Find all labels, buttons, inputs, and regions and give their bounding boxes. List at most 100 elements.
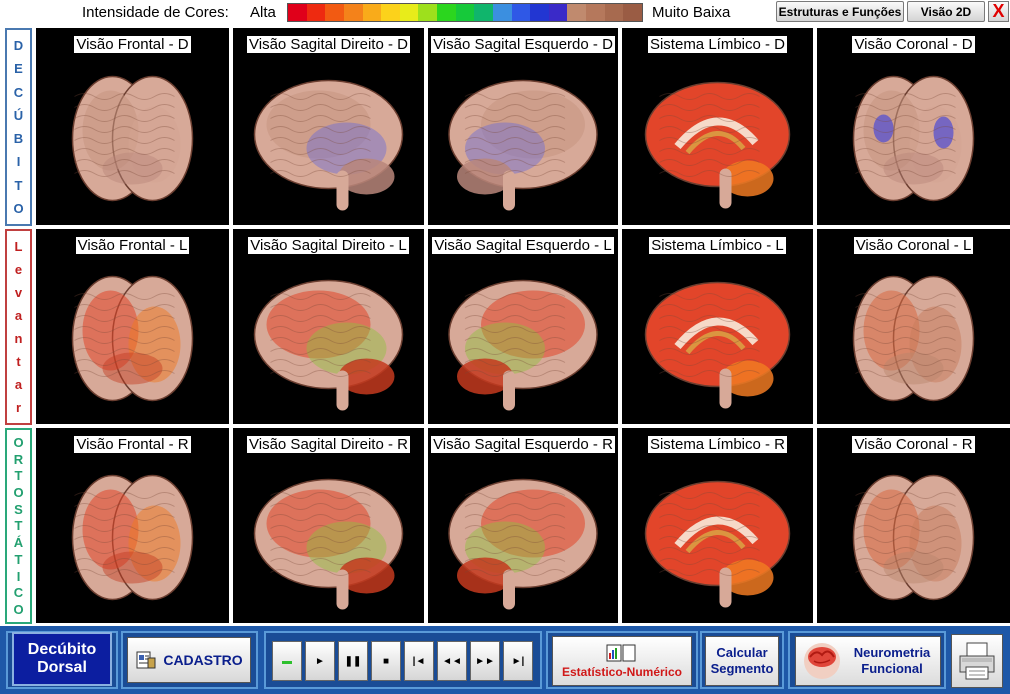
brain-render	[852, 275, 975, 402]
brain-view-title: Visão Sagital Direito - R	[233, 436, 424, 453]
side-label-letter: a	[14, 308, 23, 323]
brain-view-panel[interactable]: Visão Coronal - L	[817, 229, 1010, 424]
row-label-ortostatico: ORTOSTÁTICO	[5, 428, 32, 624]
side-label-letter: I	[16, 154, 21, 170]
functional-neurometry-button[interactable]: Neurometria Funcional	[795, 636, 941, 686]
side-label-letter: D	[13, 38, 24, 54]
brain-view-title: Visão Coronal - D	[817, 36, 1010, 53]
side-label-letter: v	[14, 285, 23, 300]
brain-view-panel[interactable]: Visão Sagital Esquerdo - D	[428, 28, 618, 225]
brain-view-title: Visão Sagital Direito - L	[233, 237, 424, 254]
brain-view-title-text: Sistema Límbico - R	[647, 436, 788, 453]
neuro-line-2: Funcional	[861, 661, 923, 676]
skip-to-end-button[interactable]: ►|	[503, 641, 533, 681]
skip-to-start-button[interactable]: |◄	[404, 641, 434, 681]
fast-forward-button[interactable]: ►►	[470, 641, 500, 681]
patient-form-icon	[136, 651, 156, 669]
side-label-letter: C	[13, 585, 24, 601]
calculate-segment-button[interactable]: Calcular Segmento	[705, 636, 779, 686]
brain-view-panel[interactable]: Visão Sagital Direito - R	[233, 428, 424, 623]
brain-view-panel[interactable]: Visão Sagital Direito - D	[233, 28, 424, 225]
legend-swatch	[418, 4, 437, 21]
side-label-letter: O	[13, 485, 24, 501]
brain-render	[644, 480, 791, 608]
legend-swatch	[343, 4, 363, 21]
legend-swatch	[437, 4, 456, 21]
brain-view-panel[interactable]: Visão Frontal - L	[36, 229, 229, 424]
legend-swatch	[325, 4, 344, 21]
brain-render	[644, 281, 791, 409]
brain-view-title-text: Visão Coronal - D	[852, 36, 975, 53]
brain-render	[253, 478, 404, 610]
pause-button[interactable]: ❚❚	[338, 641, 368, 681]
brain-view-panel[interactable]: Visão Coronal - D	[817, 28, 1010, 225]
brain-view-title: Visão Frontal - R	[36, 436, 229, 453]
position-panel: Decúbito Dorsal	[6, 631, 118, 689]
brain-view-panel[interactable]: Visão Coronal - R	[817, 428, 1010, 623]
brain-view-title-text: Visão Frontal - L	[75, 237, 190, 254]
brain-view-title: Visão Frontal - D	[36, 36, 229, 53]
brain-view-title: Visão Coronal - R	[817, 436, 1010, 453]
side-label-letter: t	[16, 354, 21, 369]
legend-swatch	[530, 4, 549, 21]
rewind-button[interactable]: ◄◄	[437, 641, 467, 681]
printer-icon	[959, 642, 995, 680]
play-button[interactable]: ►	[305, 641, 335, 681]
brain-view-panel[interactable]: Visão Sagital Esquerdo - L	[428, 229, 618, 424]
legend-swatch	[548, 4, 568, 21]
brain-view-panel[interactable]: Sistema Límbico - R	[622, 428, 813, 623]
chart-document-icon	[606, 644, 636, 661]
legend-swatch	[288, 4, 307, 21]
structures-functions-button[interactable]: Estruturas e Funções	[776, 1, 904, 22]
legend-label: Intensidade de Cores:	[82, 4, 229, 21]
brain-view-title: Visão Frontal - L	[36, 237, 229, 254]
cadastro-button[interactable]: CADASTRO	[127, 637, 251, 683]
side-label-letter: O	[13, 602, 24, 618]
view-2d-button[interactable]: Visão 2D	[907, 1, 985, 22]
brain-view-panel[interactable]: Visão Sagital Direito - L	[233, 229, 424, 424]
brain-view-title-text: Visão Coronal - R	[852, 436, 975, 453]
brain-view-title: Sistema Límbico - R	[622, 436, 813, 453]
brain-view-panel[interactable]: Visão Sagital Esquerdo - R	[428, 428, 618, 623]
brain-view-title: Visão Sagital Esquerdo - R	[428, 436, 618, 453]
color-intensity-legend	[287, 3, 643, 22]
legend-swatch	[567, 4, 586, 21]
brain-render	[448, 279, 598, 411]
side-label-letter: T	[14, 551, 23, 567]
close-button[interactable]: X	[988, 1, 1009, 22]
cadastro-label: CADASTRO	[163, 652, 243, 668]
brain-view-title-text: Visão Coronal - L	[853, 237, 974, 254]
brain-render	[253, 79, 404, 211]
brain-render	[71, 474, 194, 601]
position-indicator[interactable]: Decúbito Dorsal	[12, 632, 112, 686]
statistical-numeric-button[interactable]: Estatístico-Numérico	[552, 636, 692, 686]
brain-render	[71, 275, 194, 402]
brain-render	[644, 81, 791, 209]
position-line-1: Decúbito	[27, 640, 97, 658]
side-label-letter: T	[14, 518, 23, 534]
brain-view-panel[interactable]: Sistema Límbico - D	[622, 28, 813, 225]
brain-view-title: Sistema Límbico - L	[622, 237, 813, 254]
brain-view-title-text: Sistema Límbico - L	[649, 237, 786, 254]
side-label-letter: E	[14, 61, 23, 77]
side-label-letter: I	[16, 568, 21, 584]
brain-head-icon	[804, 643, 840, 679]
print-button[interactable]	[951, 634, 1003, 688]
legend-swatch	[604, 4, 624, 21]
statistical-numeric-label: Estatístico-Numérico	[561, 664, 683, 679]
media-controls-panel: ▬ ► ❚❚ ■ |◄ ◄◄ ►► ►|	[264, 631, 542, 689]
record-button[interactable]: ▬	[272, 641, 302, 681]
brain-view-panel[interactable]: Visão Frontal - D	[36, 28, 229, 225]
brain-view-panel[interactable]: Sistema Límbico - L	[622, 229, 813, 424]
legend-swatch	[455, 4, 475, 21]
brain-render	[852, 474, 975, 601]
brain-view-title: Sistema Límbico - D	[622, 36, 813, 53]
legend-swatch	[399, 4, 419, 21]
brain-view-title: Visão Sagital Esquerdo - D	[428, 36, 618, 53]
brain-view-panel[interactable]: Visão Frontal - R	[36, 428, 229, 623]
brain-view-title-text: Visão Sagital Direito - L	[248, 237, 409, 254]
brain-render	[71, 75, 194, 202]
legend-swatch	[511, 4, 531, 21]
row-label-decubito: DECÚBITO	[5, 28, 32, 226]
stop-button[interactable]: ■	[371, 641, 401, 681]
